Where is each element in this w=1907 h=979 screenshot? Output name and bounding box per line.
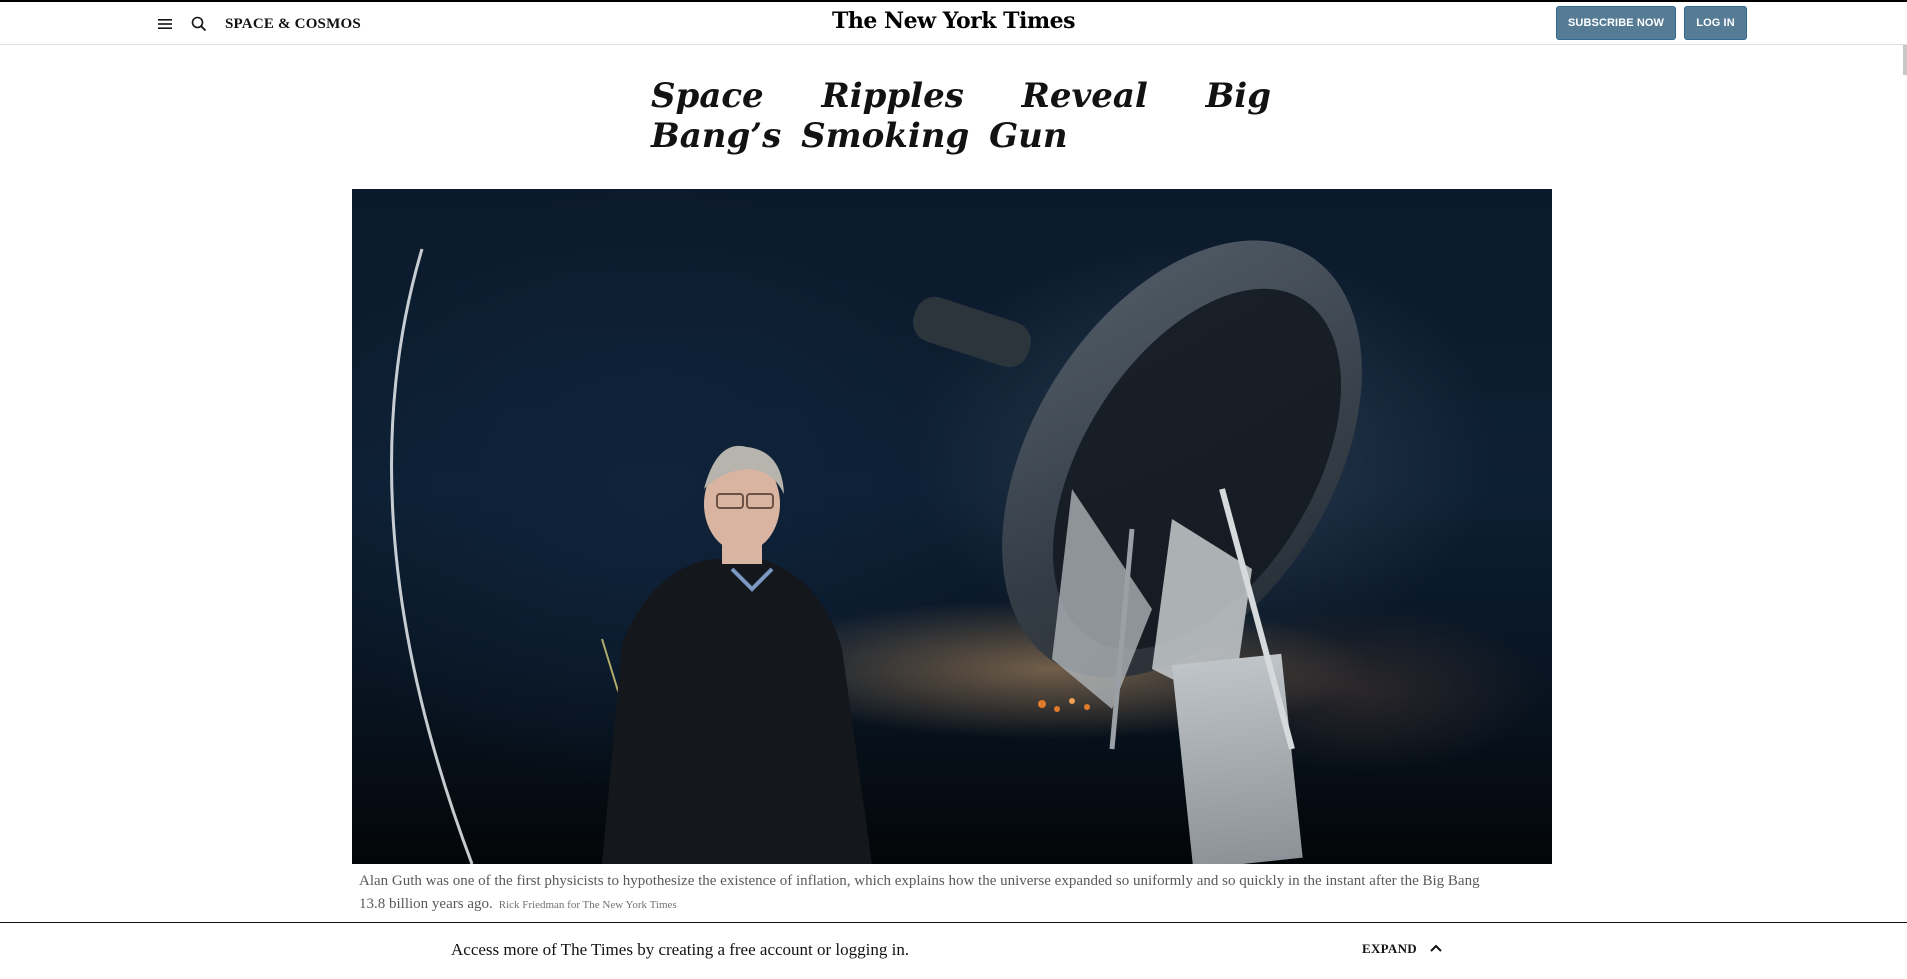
nyt-logo[interactable]: The New York Times	[832, 8, 1076, 34]
chevron-up-icon	[1429, 940, 1443, 958]
article-headline: Space Ripples Reveal Big Bang’s Smoking …	[651, 76, 1271, 156]
section-link[interactable]: SPACE & COSMOS	[225, 16, 361, 33]
menu-icon[interactable]	[155, 14, 175, 34]
expand-label: EXPAND	[1362, 941, 1417, 956]
header-left: SPACE & COSMOS	[155, 14, 361, 34]
expand-button[interactable]: EXPAND	[1362, 940, 1443, 958]
drawer-message: Access more of The Times by creating a f…	[451, 940, 910, 959]
scrollbar[interactable]	[1903, 45, 1907, 75]
photo-credit: Rick Friedman for The New York Times	[498, 899, 677, 911]
site-header: SPACE & COSMOS The New York Times SUBSCR…	[0, 2, 1907, 45]
hero-photo	[352, 189, 1552, 864]
login-button[interactable]: LOG IN	[1684, 6, 1747, 40]
subscribe-button[interactable]: SUBSCRIBE NOW	[1556, 6, 1676, 40]
account-drawer: Access more of The Times by creating a f…	[0, 922, 1907, 979]
photo-caption: Alan Guth was one of the first physicist…	[359, 870, 1509, 917]
header-right: SUBSCRIBE NOW LOG IN	[1556, 6, 1747, 40]
search-icon[interactable]	[189, 14, 209, 34]
